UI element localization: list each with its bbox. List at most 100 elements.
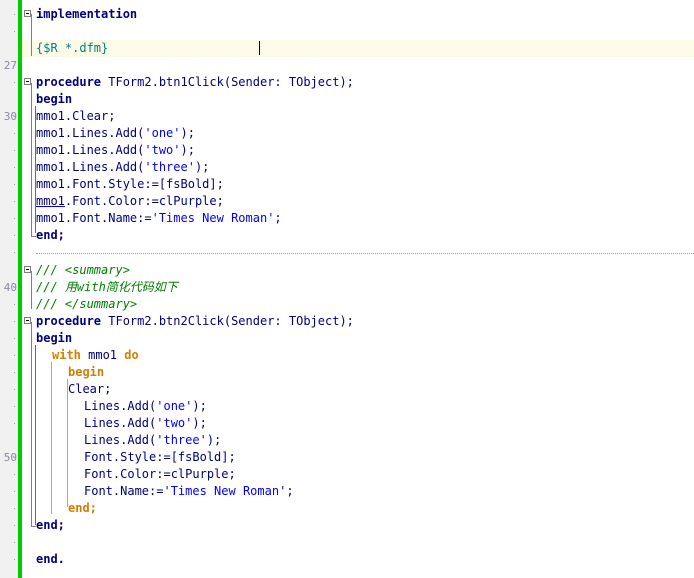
string-literal: 'one' [144, 126, 181, 140]
gutter-dot [14, 201, 15, 202]
fold-collapse-icon[interactable] [24, 78, 31, 85]
code-line[interactable]: mmo1.Clear; [14, 108, 694, 125]
compiler-directive: {$R *.dfm} [36, 41, 109, 55]
code-text: ); [194, 160, 210, 174]
doc-comment: /// <summary> [36, 263, 130, 277]
keyword-begin: begin [68, 365, 105, 379]
code-text: mmo1 [80, 348, 125, 362]
code-text: mmo1.Font.Style:=[fsBold]; [36, 177, 224, 191]
code-text: ); [180, 126, 195, 140]
keyword-begin: begin [36, 92, 73, 106]
code-text: ); [180, 143, 195, 157]
fold-guide-line [31, 14, 32, 56]
string-literal: 'three' [144, 160, 195, 174]
string-literal: 'three' [156, 433, 207, 447]
code-line[interactable]: mmo1.Font.Color:=clPurple; [14, 193, 694, 210]
code-line[interactable]: Lines.Add('two'); [14, 415, 694, 432]
code-text: Clear; [68, 382, 112, 396]
code-line[interactable]: mmo1.Lines.Add('one'); [14, 125, 694, 142]
code-line[interactable]: Font.Color:=clPurple; [14, 466, 694, 483]
code-line[interactable]: implementation [14, 6, 694, 23]
code-identifier-link[interactable]: mmo1 [36, 194, 65, 208]
gutter-dot [14, 423, 15, 424]
gutter-dot [14, 65, 15, 66]
code-line[interactable]: begin [14, 330, 694, 347]
code-text: ; [274, 211, 282, 225]
current-code-line[interactable]: 27 {$R *.dfm} [4, 40, 694, 72]
gutter-dot [14, 133, 15, 134]
fold-collapse-icon[interactable] [24, 266, 31, 273]
code-line[interactable]: mmo1.Lines.Add('two'); [14, 142, 694, 159]
string-literal: 'one' [156, 399, 193, 413]
code-line[interactable] [14, 23, 694, 40]
gutter-dot [14, 82, 15, 83]
code-text: .Font.Color:=clPurple; [64, 194, 224, 208]
code-line[interactable]: 50 Lines.Add('three'); [4, 432, 694, 464]
fold-guide-line [31, 271, 32, 309]
gutter-dot [14, 542, 15, 543]
block-guide-line [35, 106, 36, 233]
fold-end-tick [31, 236, 36, 237]
code-line[interactable]: end; [14, 517, 694, 534]
gutter-dot [14, 14, 15, 15]
fold-collapse-icon[interactable] [24, 317, 31, 324]
gutter-dot [14, 287, 15, 288]
code-text: mmo1.Clear; [36, 109, 116, 123]
code-line[interactable]: with mmo1 do [14, 347, 694, 364]
fold-guide-line [31, 83, 32, 236]
keyword-end: end; [68, 501, 97, 515]
code-line[interactable]: Lines.Add('one'); [14, 398, 694, 415]
gutter-dot [14, 167, 15, 168]
code-line[interactable]: end; [14, 500, 694, 517]
keyword-implementation: implementation [36, 7, 138, 21]
block-guide-line [51, 362, 52, 514]
procedure-signature: TForm2.btn1Click(Sender: TObject); [101, 75, 354, 89]
code-text: Font.Name:= [84, 484, 164, 498]
gutter-dot [14, 218, 15, 219]
keyword-end-final: end. [36, 552, 65, 566]
code-line[interactable]: end; [14, 227, 694, 244]
keyword-do: do [124, 348, 139, 362]
procedure-signature: TForm2.btn2Click(Sender: TObject); [101, 314, 354, 328]
code-line[interactable]: 30 begin [4, 91, 694, 123]
code-text: mmo1.Lines.Add( [36, 160, 145, 174]
code-editor[interactable]: implementation 27 {$R *.dfm} procedure T… [4, 0, 694, 578]
keyword-with: with [52, 348, 81, 362]
gutter-dot [14, 474, 15, 475]
procedure-separator [36, 253, 694, 254]
code-line[interactable]: mmo1.Font.Style:=[fsBold]; [14, 176, 694, 193]
string-literal: 'Times New Roman' [163, 484, 287, 498]
code-line[interactable]: Font.Style:=[fsBold]; [14, 449, 694, 466]
code-line[interactable]: begin [14, 364, 694, 381]
code-line[interactable]: 40 /// <summary> [4, 262, 694, 294]
block-guide-line [35, 345, 36, 525]
keyword-end: end; [36, 518, 65, 532]
doc-comment: /// 用with简化代码如下 [36, 280, 178, 294]
code-line[interactable] [14, 57, 694, 74]
gutter-dot [14, 252, 15, 253]
code-line[interactable]: /// 用with简化代码如下 [14, 279, 694, 296]
gutter-dot [14, 389, 15, 390]
block-guide-line [67, 379, 68, 507]
gutter-dot [14, 338, 15, 339]
code-text: Lines.Add( [84, 416, 157, 430]
code-line[interactable]: mmo1.Font.Name:='Times New Roman'; [14, 210, 694, 227]
code-line[interactable]: mmo1.Lines.Add('three'); [14, 159, 694, 176]
gutter-dot [14, 457, 15, 458]
code-line[interactable]: Clear; [14, 381, 694, 398]
string-literal: 'two' [144, 143, 181, 157]
code-line[interactable]: end. [14, 551, 694, 568]
string-literal: 'Times New Roman' [151, 211, 275, 225]
gutter-dot [14, 355, 15, 356]
fold-collapse-icon[interactable] [24, 10, 31, 17]
code-line[interactable]: /// </summary> [14, 296, 694, 313]
keyword-begin: begin [36, 331, 73, 345]
code-line[interactable] [14, 534, 694, 551]
code-line[interactable]: procedure TForm2.btn2Click(Sender: TObje… [14, 313, 694, 330]
gutter-dot [14, 31, 15, 32]
gutter-dot [14, 235, 15, 236]
code-line[interactable]: Font.Name:='Times New Roman'; [14, 483, 694, 500]
gutter-dot [14, 508, 15, 509]
code-line[interactable]: procedure TForm2.btn1Click(Sender: TObje… [14, 74, 694, 91]
gutter-dot [14, 184, 15, 185]
